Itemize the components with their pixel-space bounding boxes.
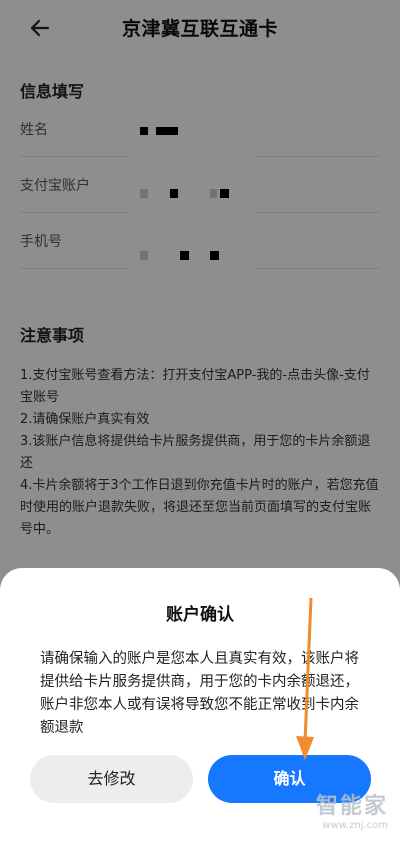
watermark: 智能家 www.znj.com — [316, 788, 388, 831]
watermark-url: www.znj.com — [322, 820, 388, 831]
watermark-logo: 智能家 — [315, 794, 388, 819]
dialog-message: 请确保输入的账户是您本人且真实有效，该账户将提供给卡片服务提供商，用于您的卡内余… — [40, 651, 359, 736]
dialog-title: 账户确认 — [166, 605, 234, 625]
edit-button[interactable]: 去修改 — [30, 755, 193, 803]
